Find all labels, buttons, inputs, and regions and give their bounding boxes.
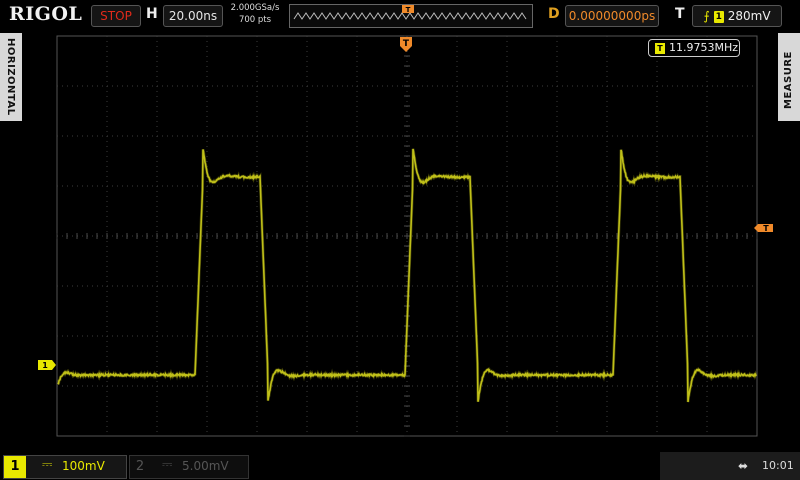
trigger-setting[interactable]: ⨍ 1 280mV (692, 5, 782, 27)
measurement-value: 11.9753MHz (669, 41, 738, 54)
system-clock: 10:01 (762, 459, 794, 472)
top-status-bar: RIGOL STOP H 20.00ns 2.000GSa/s 700 pts … (0, 0, 800, 33)
svg-text:T: T (403, 39, 410, 49)
measure-tab-label: MEASURE (783, 51, 794, 109)
brand-logo: RIGOL (9, 3, 82, 25)
memory-overview-bar[interactable]: T (289, 4, 533, 28)
channel-1-scale: 100mV (62, 459, 105, 473)
frequency-measurement[interactable]: T 11.9753MHz (648, 39, 740, 57)
ch1-offset-marker[interactable]: 1 (38, 360, 56, 370)
rising-edge-icon: ⨍ (703, 9, 709, 23)
horizontal-menu-tab[interactable]: HORIZONTAL (0, 33, 22, 121)
channel-1-number: 1 (4, 456, 26, 478)
channel-1-indicator[interactable]: 1 ⎓ 100mV (3, 455, 127, 479)
svg-text:T: T (406, 6, 411, 14)
svg-text:1: 1 (42, 361, 48, 370)
measurement-badge: T (655, 43, 665, 54)
trigger-level-value: 280mV (728, 9, 771, 23)
memory-depth: 700 pts (228, 14, 282, 26)
run-stop-status[interactable]: STOP (91, 5, 141, 27)
acquisition-info: 2.000GSa/s 700 pts (228, 2, 282, 26)
horizontal-tab-label: HORIZONTAL (5, 38, 16, 116)
usb-icon: ⬌ (738, 459, 748, 473)
timebase-value[interactable]: 20.00ns (163, 5, 223, 27)
trigger-source-badge: 1 (714, 11, 724, 23)
bottom-channel-bar: 1 ⎓ 100mV 2 ⎓ 5.00mV ⬌ 10:01 (0, 452, 800, 480)
dc-coupling-icon: ⎓ (42, 457, 52, 472)
overview-waveform: T (290, 5, 532, 27)
channel-2-indicator[interactable]: 2 ⎓ 5.00mV (129, 455, 249, 479)
delay-label: D (548, 6, 560, 22)
sample-rate: 2.000GSa/s (228, 2, 282, 14)
delay-value[interactable]: 0.00000000ps (565, 5, 659, 27)
trigger-label: T (675, 6, 685, 22)
dc-coupling-icon: ⎓ (162, 457, 172, 472)
horizontal-label: H (146, 6, 158, 22)
measure-menu-tab[interactable]: MEASURE (778, 33, 800, 121)
waveform-display: T T 1 (0, 0, 800, 480)
svg-text:T: T (763, 224, 769, 233)
system-status-area: ⬌ 10:01 (660, 452, 800, 480)
channel-2-scale: 5.00mV (182, 459, 229, 473)
channel-2-number: 2 (130, 456, 150, 478)
